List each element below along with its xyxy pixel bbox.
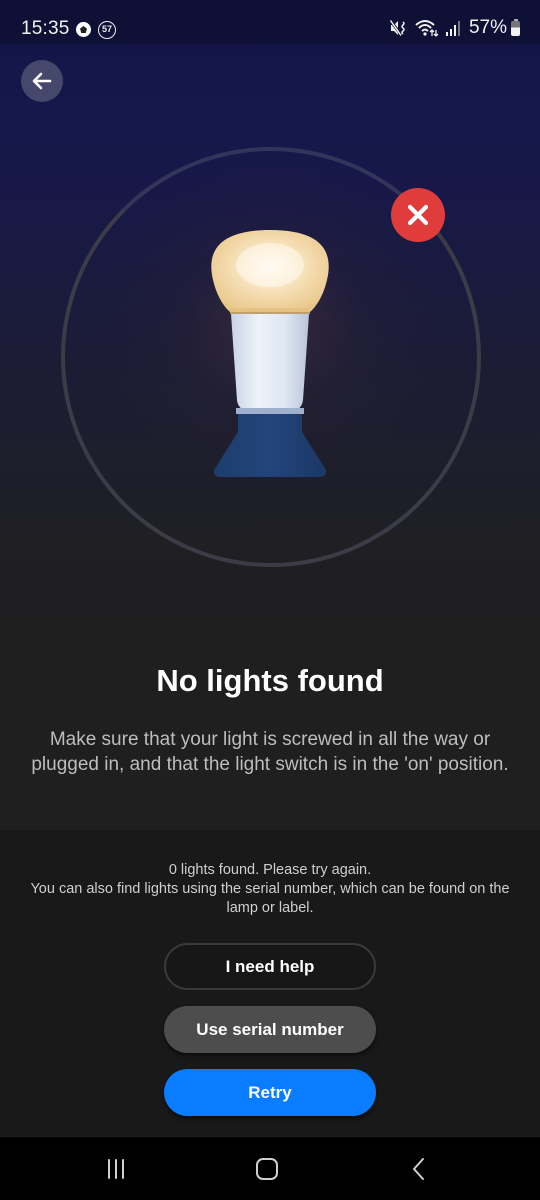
- arrow-left-icon: [32, 72, 52, 90]
- battery-percent: 57%: [468, 17, 507, 38]
- need-help-button[interactable]: I need help: [164, 943, 376, 990]
- page-title: No lights found: [156, 663, 384, 698]
- search-result-message: 0 lights found. Please try again. You ca…: [20, 861, 520, 918]
- mute-vibrate-icon: [388, 19, 405, 37]
- page-description: Make sure that your light is screwed in …: [31, 729, 509, 775]
- screen: 15:35 57 57% No lights found Make sure t…: [0, 0, 540, 1200]
- error-badge: [391, 188, 445, 242]
- recent-apps-button[interactable]: [96, 1155, 136, 1183]
- serial-hint-text: You can also find lights using the seria…: [30, 881, 510, 916]
- home-button[interactable]: [247, 1155, 287, 1183]
- result-count-text: 0 lights found. Please try again.: [168, 862, 372, 878]
- retry-button[interactable]: Retry: [164, 1069, 376, 1116]
- status-time: 15:35: [21, 18, 70, 39]
- status-icons: 57%: [388, 17, 520, 39]
- back-button[interactable]: [21, 60, 63, 102]
- back-icon: [413, 1158, 424, 1180]
- recent-apps-icon: [108, 1159, 124, 1179]
- soccer-ball-icon: [76, 22, 91, 37]
- action-panel: 0 lights found. Please try again. You ca…: [0, 830, 540, 1136]
- system-nav-bar: [0, 1137, 540, 1200]
- wifi-icon: [415, 20, 439, 37]
- battery-icon: [511, 18, 520, 36]
- home-icon: [256, 1158, 278, 1180]
- close-icon: [407, 204, 429, 226]
- system-back-button[interactable]: [399, 1155, 439, 1183]
- signal-icon: [445, 21, 460, 36]
- status-bar: 15:35 57 57%: [0, 0, 540, 44]
- use-serial-number-button[interactable]: Use serial number: [164, 1006, 376, 1053]
- light-bulb-illustration: [211, 230, 329, 477]
- notification-count-icon: 57: [98, 21, 116, 39]
